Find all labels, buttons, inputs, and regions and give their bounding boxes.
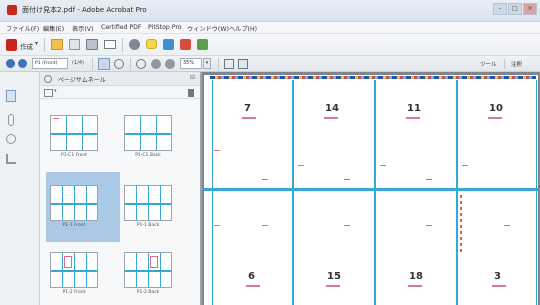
- main-toolbar: 作成 ▾: [0, 34, 540, 56]
- navigation-pane-rail: [0, 72, 40, 305]
- thumbnail-p1-2-back[interactable]: [124, 252, 172, 288]
- options-dropdown-icon[interactable]: ▾: [54, 88, 57, 94]
- thumbnail-p1-c1-front[interactable]: [50, 115, 98, 151]
- chevron-down-icon[interactable]: ▾: [35, 40, 38, 47]
- fit-width-icon[interactable]: [238, 59, 248, 69]
- options-icon[interactable]: [44, 89, 53, 97]
- panel-close-icon[interactable]: ⊟: [190, 74, 195, 81]
- title-bar: 面付け見本2.pdf - Adobe Acrobat Pro – □ ×: [0, 0, 540, 22]
- page-number: 6: [248, 271, 255, 282]
- page-number: 11: [407, 103, 421, 114]
- create-button[interactable]: 作成: [20, 41, 33, 51]
- menu-file[interactable]: ファイル(F): [6, 24, 39, 33]
- trash-icon[interactable]: [188, 89, 194, 97]
- menu-window[interactable]: ウィンドウ(W): [187, 24, 229, 33]
- navigation-toolbar: P1 (Front) (1/4) 35% ▾ ツール 注釈: [0, 56, 540, 72]
- doc-icon[interactable]: [197, 39, 208, 50]
- thumbnail-caption: P1-2 Front: [62, 290, 86, 295]
- thumbnail-caption: P1-1 Front: [62, 223, 86, 228]
- menu-pitstop-pro[interactable]: PitStop Pro: [148, 24, 182, 31]
- print-icon[interactable]: [86, 39, 98, 50]
- pdf-icon[interactable]: [180, 39, 191, 50]
- imposed-sheet: 7 14 11 10 6 15 18 3: [204, 75, 538, 305]
- page-number: 3: [494, 271, 501, 282]
- page-thumbnails-icon[interactable]: [6, 90, 16, 102]
- email-icon[interactable]: [104, 40, 116, 49]
- zoom-input[interactable]: 35%: [180, 58, 202, 69]
- save-icon[interactable]: [69, 39, 80, 50]
- page-count: (1/4): [72, 60, 84, 66]
- fold-line: [204, 188, 538, 191]
- menu-bar: ファイル(F) 編集(E) 表示(V) Certified PDF PitSto…: [0, 22, 540, 34]
- settings-icon[interactable]: [129, 39, 140, 50]
- zoom-icon[interactable]: [136, 59, 146, 69]
- page-number: 15: [327, 271, 341, 282]
- thumbnail-caption: P1-C1 Front: [60, 153, 88, 158]
- thumbnail-p1-c1-back[interactable]: [124, 115, 172, 151]
- color-bar: [210, 76, 536, 79]
- comment-icon[interactable]: [146, 39, 157, 49]
- maximize-button[interactable]: □: [508, 3, 522, 15]
- previous-page-icon[interactable]: [6, 59, 15, 68]
- panel-title: ページサムネール: [58, 77, 106, 84]
- menu-help[interactable]: ヘルプ(H): [229, 24, 257, 33]
- tag-icon[interactable]: [163, 39, 174, 50]
- window-title: 面付け見本2.pdf - Adobe Acrobat Pro: [22, 6, 147, 14]
- next-page-icon[interactable]: [18, 59, 27, 68]
- close-button[interactable]: ×: [523, 3, 537, 15]
- hand-tool-icon[interactable]: [114, 59, 124, 69]
- thumbnail-p1-1-front[interactable]: [50, 185, 98, 221]
- panel-toolbar: ▾: [40, 86, 200, 99]
- page-number-input[interactable]: P1 (Front): [32, 58, 68, 69]
- thumbnails-panel: ページサムネール ⊟ ▾ P1-C1 Front P1-C1 Back P1-1…: [40, 72, 202, 305]
- comment-tab[interactable]: 注釈: [511, 60, 522, 68]
- page-number: 7: [244, 103, 251, 114]
- panel-menu-icon[interactable]: [44, 75, 52, 83]
- menu-certified-pdf[interactable]: Certified PDF: [101, 24, 141, 31]
- attachments-icon[interactable]: [8, 114, 14, 126]
- select-tool-icon[interactable]: [98, 58, 110, 70]
- page-number: 14: [325, 103, 339, 114]
- panel-header: ページサムネール ⊟: [40, 72, 200, 86]
- registration-mark: [460, 195, 462, 255]
- document-view[interactable]: 7 14 11 10 6 15 18 3: [202, 72, 540, 305]
- menu-view[interactable]: 表示(V): [72, 24, 93, 33]
- tools-tab[interactable]: ツール: [480, 60, 497, 68]
- signatures-icon[interactable]: [6, 154, 16, 164]
- fit-page-icon[interactable]: [224, 59, 234, 69]
- zoom-out-icon[interactable]: [151, 59, 161, 69]
- page-number: 18: [409, 271, 423, 282]
- thumbnail-p1-2-front[interactable]: [50, 252, 98, 288]
- zoom-in-icon[interactable]: [165, 59, 175, 69]
- zoom-dropdown-icon[interactable]: ▾: [203, 58, 211, 69]
- thumbnail-caption: P1-2 Back: [136, 290, 160, 295]
- layers-icon[interactable]: [6, 134, 16, 144]
- thumbnail-caption: P1-1 Back: [136, 223, 160, 228]
- open-folder-icon[interactable]: [51, 39, 63, 50]
- page-number: 10: [489, 103, 503, 114]
- menu-edit[interactable]: 編集(E): [43, 24, 64, 33]
- thumbnail-list: P1-C1 Front P1-C1 Back P1-1 Front P1-1 B…: [40, 100, 200, 305]
- thumbnail-caption: P1-C1 Back: [135, 153, 161, 158]
- create-icon[interactable]: [6, 39, 17, 51]
- acrobat-icon: [7, 5, 17, 15]
- thumbnail-p1-1-back[interactable]: [124, 185, 172, 221]
- minimize-button[interactable]: –: [493, 3, 507, 15]
